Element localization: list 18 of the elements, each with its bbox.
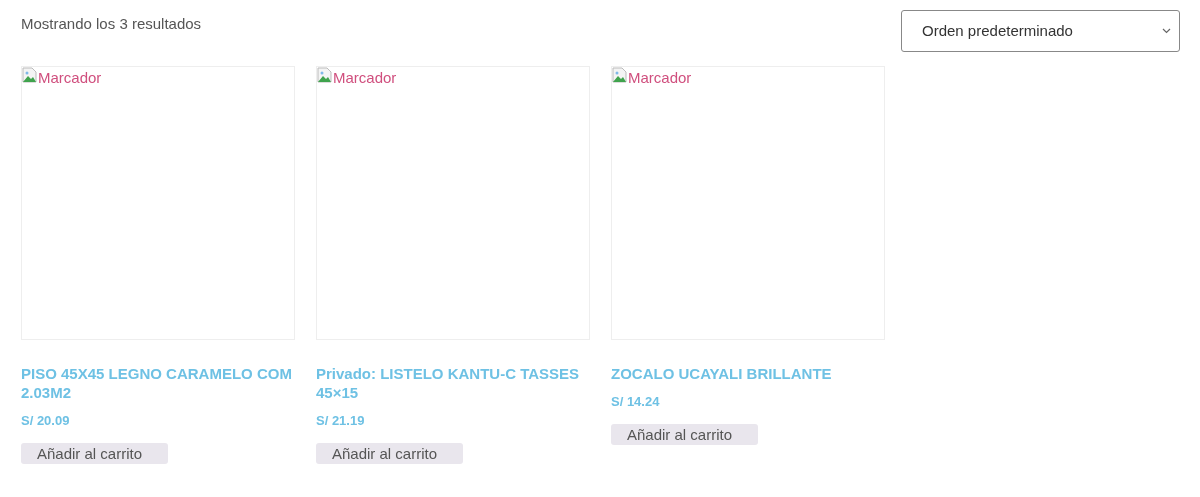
product-image-placeholder[interactable]: Marcador <box>21 66 295 340</box>
image-alt-text: Marcador <box>38 68 102 88</box>
chevron-down-icon <box>1162 28 1171 34</box>
product-price: S/ 21.19 <box>316 412 366 430</box>
broken-image-icon <box>612 67 628 83</box>
product-image-placeholder[interactable]: Marcador <box>611 66 885 340</box>
add-to-cart-button[interactable]: Añadir al carrito <box>21 442 168 464</box>
add-to-cart-button[interactable]: Añadir al carrito <box>611 423 758 445</box>
product-price: S/ 20.09 <box>21 412 71 430</box>
image-alt-text: Marcador <box>333 68 397 88</box>
broken-image-icon <box>22 67 38 83</box>
broken-image-icon <box>317 67 333 83</box>
result-count: Mostrando los 3 resultados <box>21 14 202 34</box>
add-to-cart-button[interactable]: Añadir al carrito <box>316 442 463 464</box>
sort-select[interactable]: Orden predeterminado <box>901 10 1180 52</box>
image-alt-text: Marcador <box>628 68 692 88</box>
product-price: S/ 14.24 <box>611 393 661 411</box>
product-image-placeholder[interactable]: Marcador <box>316 66 590 340</box>
